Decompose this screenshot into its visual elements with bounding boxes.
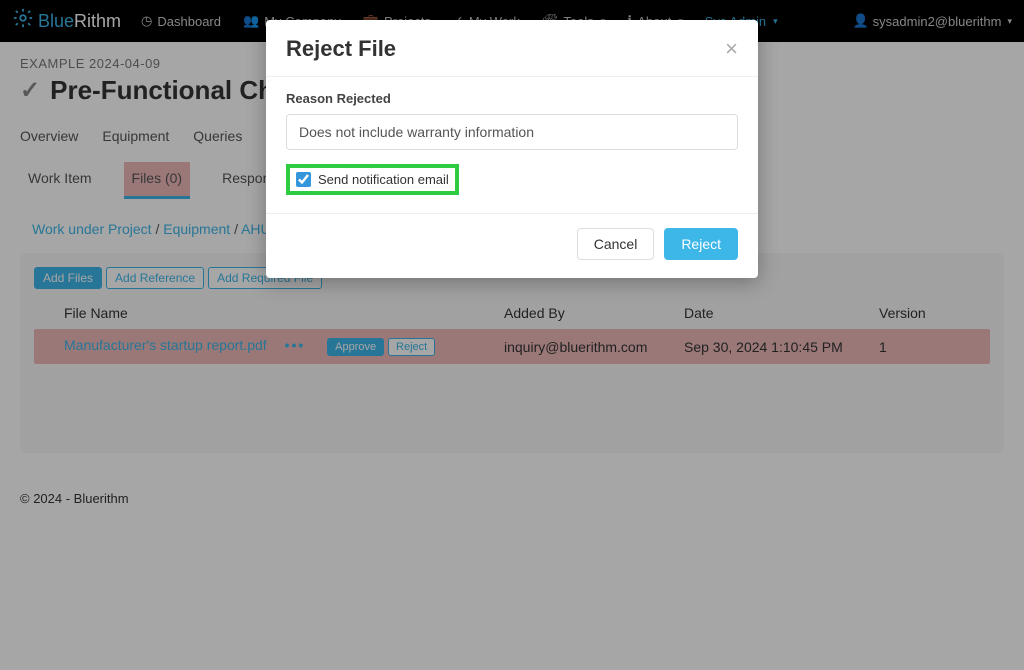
send-notification-label: Send notification email <box>318 172 449 187</box>
modal-body: Reason Rejected Send notification email <box>266 77 758 213</box>
cancel-button[interactable]: Cancel <box>577 228 655 260</box>
modal-footer: Cancel Reject <box>266 214 758 278</box>
send-notification-checkbox[interactable] <box>296 172 311 187</box>
reason-input[interactable] <box>286 114 738 150</box>
modal-header: Reject File × <box>266 20 758 76</box>
modal-title: Reject File <box>286 36 396 62</box>
reject-file-modal: Reject File × Reason Rejected Send notif… <box>266 20 758 278</box>
send-notification-group: Send notification email <box>286 164 459 195</box>
close-icon[interactable]: × <box>725 36 738 62</box>
modal-reject-button[interactable]: Reject <box>664 228 738 260</box>
reason-label: Reason Rejected <box>286 91 738 106</box>
